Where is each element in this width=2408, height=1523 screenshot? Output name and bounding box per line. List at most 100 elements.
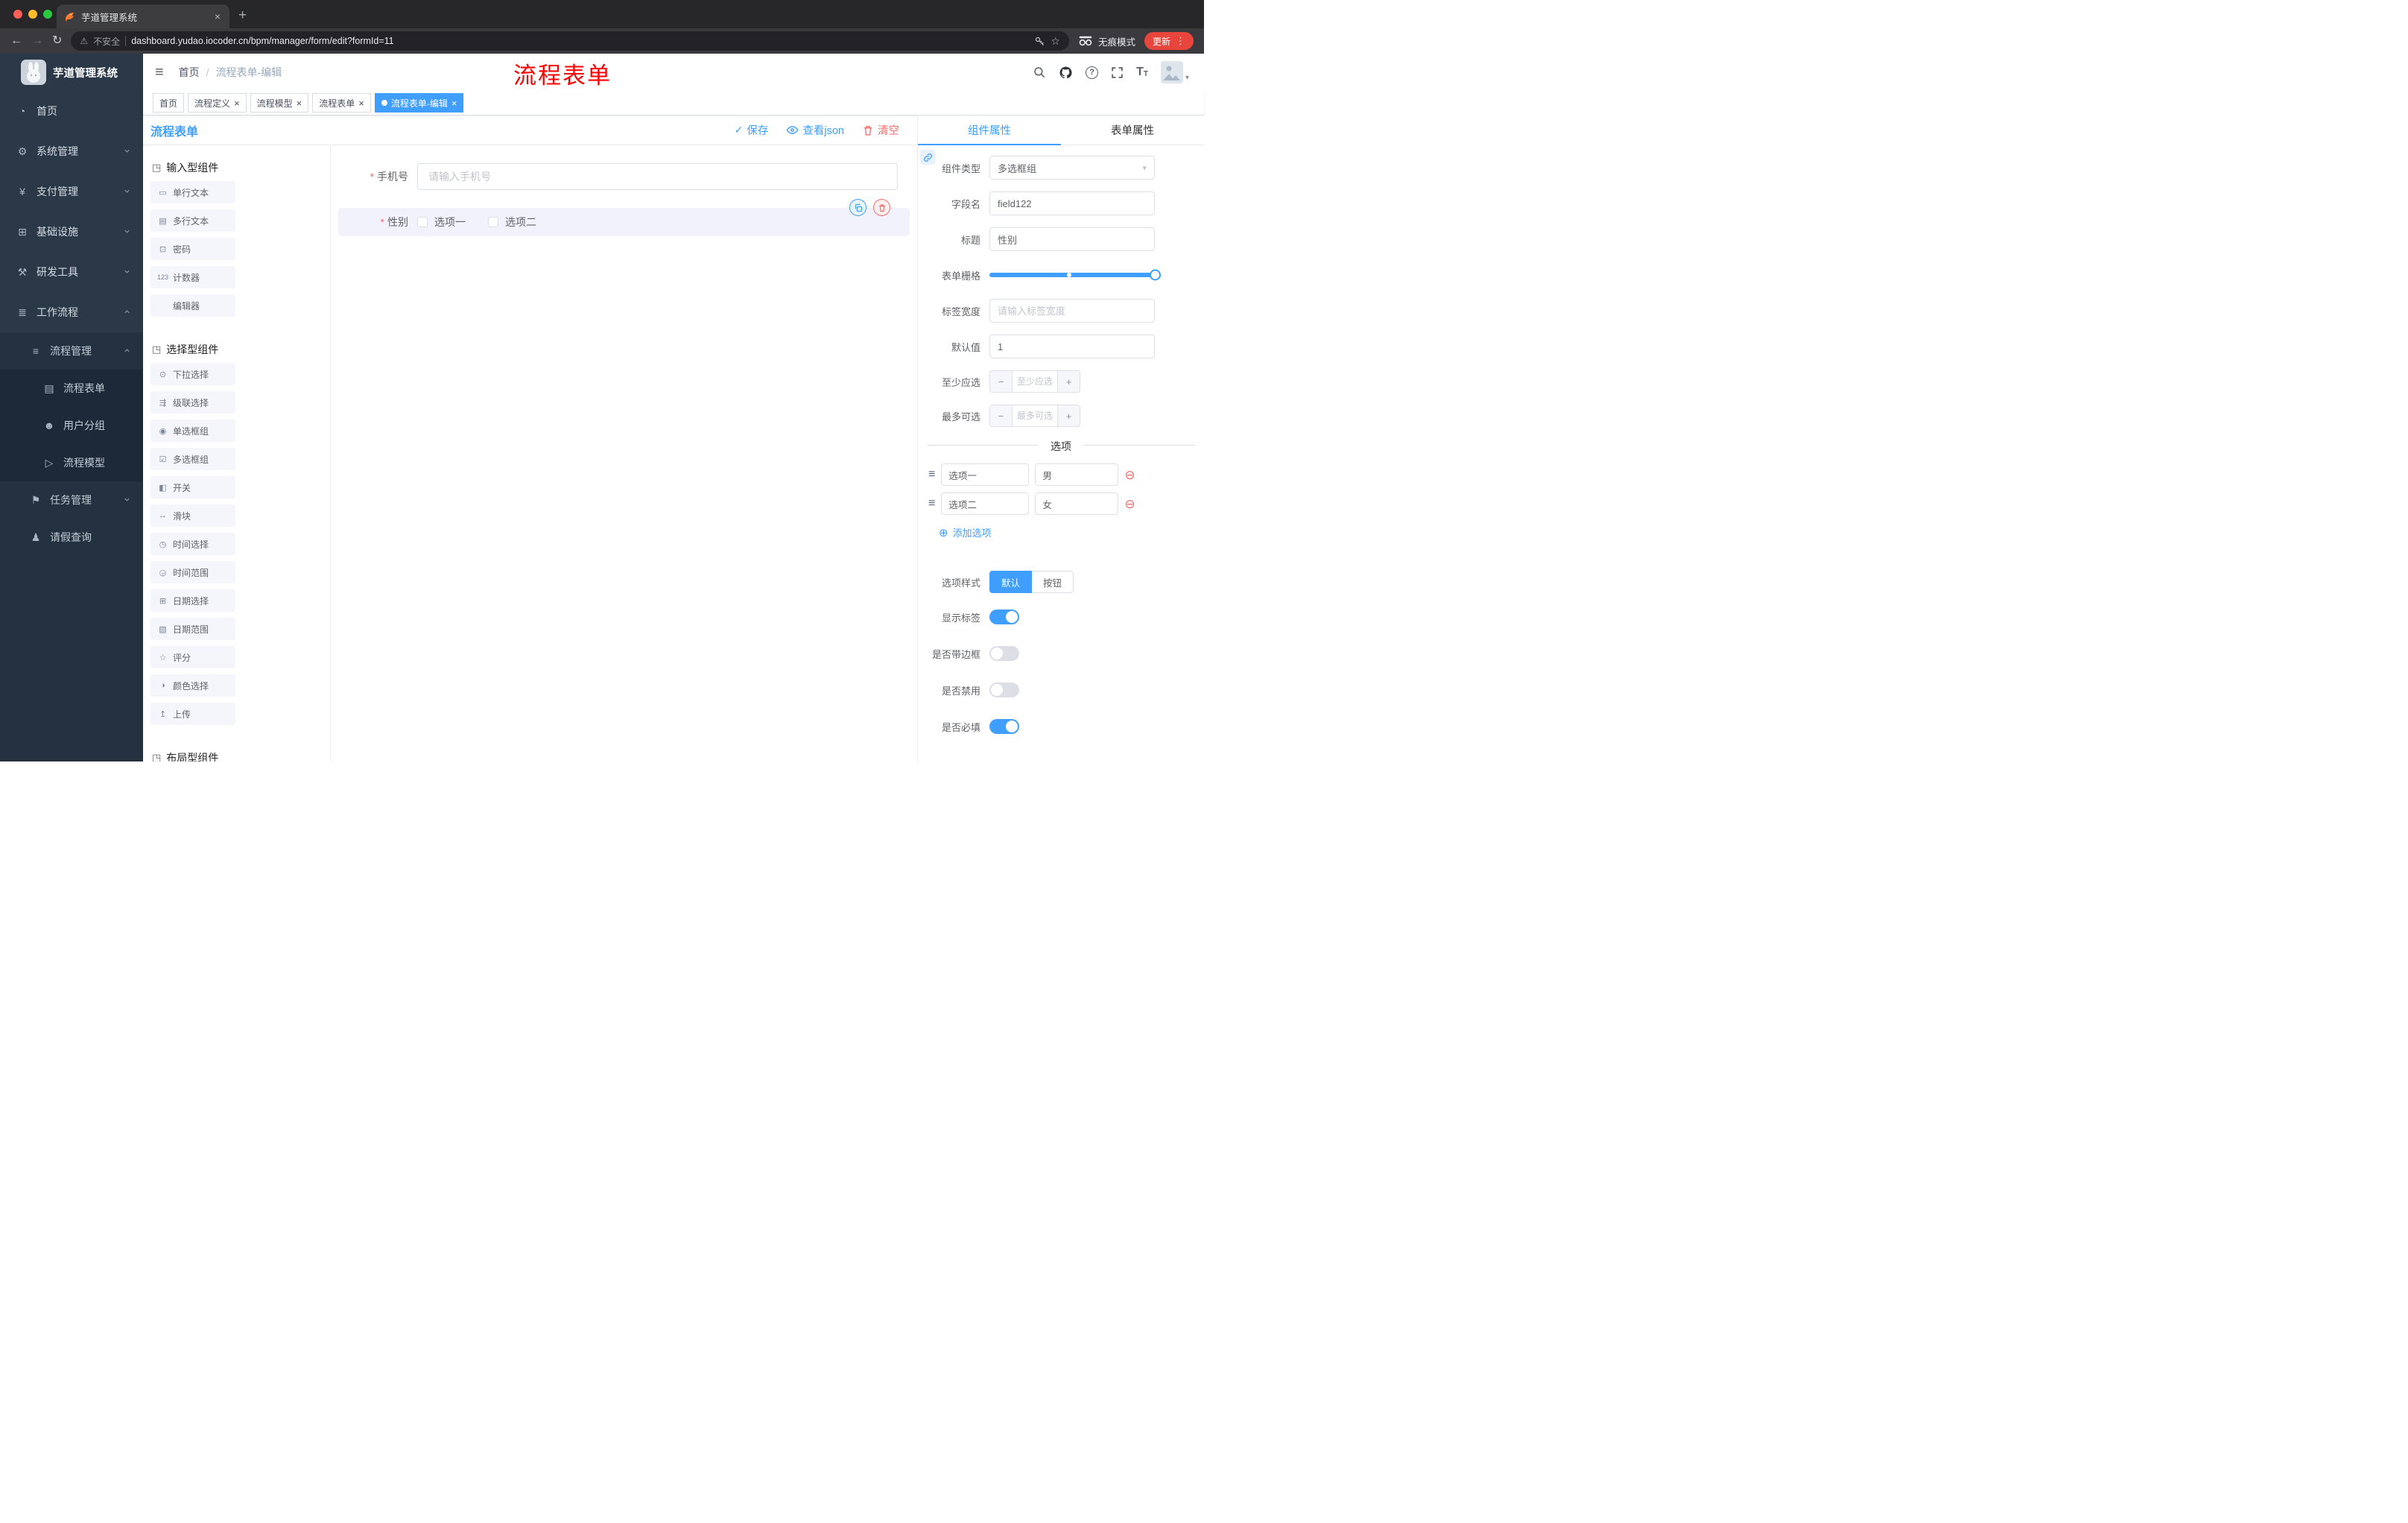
slider-handle[interactable]	[1150, 269, 1161, 281]
sidebar-item-process-form[interactable]: ▤ 流程表单	[0, 370, 143, 407]
tab-form-props[interactable]: 表单属性	[1061, 115, 1204, 145]
tag-close-icon[interactable]: ×	[358, 98, 364, 108]
option-value-input[interactable]	[1035, 463, 1119, 486]
palette-item-multi-line-text[interactable]: ▤ 多行文本	[150, 209, 235, 232]
canvas-field-gender[interactable]: 性别 选项一 选项二	[338, 199, 910, 236]
gender-option1-checkbox[interactable]: 选项一	[417, 215, 466, 229]
back-button[interactable]: ←	[10, 35, 22, 47]
palette-item-upload[interactable]: ↥ 上传	[150, 703, 235, 725]
slider-track[interactable]	[989, 269, 1161, 281]
palette-item-select[interactable]: ⊙ 下拉选择	[150, 363, 235, 385]
bookmark-star-icon[interactable]: ☆	[1051, 35, 1060, 48]
increase-button[interactable]: +	[1057, 405, 1080, 426]
canvas-field-phone[interactable]: 手机号	[338, 156, 910, 197]
browser-menu-icon[interactable]: ⋮	[1176, 35, 1185, 47]
default-value-input[interactable]	[989, 335, 1155, 358]
drag-handle-icon[interactable]: ≡	[928, 497, 935, 510]
sidebar-item-home[interactable]: ◔ 首页	[0, 91, 143, 131]
tab-component-props[interactable]: 组件属性	[918, 115, 1061, 145]
sidebar-item-task-management[interactable]: ⚑ 任务管理	[0, 481, 143, 519]
palette-item-rate[interactable]: ☆ 评分	[150, 646, 235, 668]
tag-process-definition[interactable]: 流程定义 ×	[188, 93, 247, 113]
label-width-input[interactable]	[989, 299, 1155, 323]
remove-option-icon[interactable]: ⊖	[1124, 469, 1135, 481]
security-label[interactable]: 不安全	[93, 35, 120, 48]
increase-button[interactable]: +	[1057, 371, 1080, 392]
field-name-input[interactable]	[989, 191, 1155, 215]
gender-option2-checkbox[interactable]: 选项二	[488, 215, 536, 229]
font-size-icon[interactable]: TT	[1136, 66, 1148, 78]
logo[interactable]: 芋道管理系统	[0, 54, 143, 91]
reload-button[interactable]: ↻	[52, 35, 62, 47]
link-icon[interactable]	[920, 150, 935, 165]
clear-button[interactable]: 清空	[862, 122, 899, 138]
palette-item-slider[interactable]: ↔ 滑块	[150, 504, 235, 527]
palette-item-single-line-text[interactable]: ▭ 单行文本	[150, 181, 235, 203]
palette-item-switch[interactable]: ◧ 开关	[150, 476, 235, 498]
copy-field-button[interactable]	[849, 199, 866, 216]
max-select-stepper[interactable]: − +	[989, 405, 1080, 427]
add-option-button[interactable]: ⊕ 添加选项	[939, 525, 1204, 539]
min-select-stepper[interactable]: − +	[989, 370, 1080, 393]
tag-close-icon[interactable]: ×	[297, 98, 302, 108]
show-label-toggle[interactable]	[989, 609, 1019, 624]
tag-process-form-edit[interactable]: 流程表单-编辑 ×	[374, 93, 464, 113]
palette-item-color-picker[interactable]: ◑ 颜色选择	[150, 674, 235, 697]
sidebar-item-devtools[interactable]: ⚒ 研发工具	[0, 252, 143, 292]
tab-close-icon[interactable]: ×	[213, 10, 222, 22]
window-zoom-button[interactable]	[43, 10, 52, 19]
disabled-toggle[interactable]	[989, 683, 1019, 697]
url-text[interactable]: dashboard.yudao.iocoder.cn/bpm/manager/f…	[131, 36, 1029, 46]
style-default-button[interactable]: 默认	[989, 571, 1033, 593]
sidebar-item-payment[interactable]: ¥ 支付管理	[0, 171, 143, 212]
palette-item-time-picker[interactable]: ◷ 时间选择	[150, 533, 235, 555]
title-input[interactable]	[989, 227, 1155, 251]
tag-close-icon[interactable]: ×	[234, 98, 240, 108]
window-minimize-button[interactable]	[28, 10, 37, 19]
option-label-input[interactable]	[941, 493, 1030, 515]
save-button[interactable]: ✓ 保存	[735, 122, 769, 138]
palette-item-radio-group[interactable]: ◉ 单选框组	[150, 419, 235, 442]
tag-home[interactable]: 首页	[153, 93, 185, 113]
required-toggle[interactable]	[989, 719, 1019, 734]
fullscreen-icon[interactable]	[1111, 66, 1124, 79]
form-grid-slider[interactable]	[989, 263, 1161, 287]
help-icon[interactable]: ?	[1086, 66, 1099, 79]
component-type-select[interactable]: 多选框组 ▾	[989, 156, 1155, 180]
palette-item-checkbox-group[interactable]: ☑ 多选框组	[150, 448, 235, 470]
sidebar-item-process-model[interactable]: ▷ 流程模型	[0, 444, 143, 481]
sidebar-item-leave-query[interactable]: ♟ 请假查询	[0, 519, 143, 556]
border-toggle[interactable]	[989, 646, 1019, 661]
view-json-button[interactable]: 查看json	[786, 122, 844, 138]
breadcrumb-home[interactable]: 首页	[179, 65, 200, 80]
user-menu[interactable]: ▾	[1160, 61, 1189, 83]
new-tab-button[interactable]: +	[238, 7, 247, 24]
sidebar-item-system[interactable]: ⚙ 系统管理	[0, 131, 143, 171]
window-close-button[interactable]	[13, 10, 22, 19]
min-select-input[interactable]	[1013, 371, 1057, 392]
palette-item-date-range[interactable]: ▧ 日期范围	[150, 618, 235, 640]
update-button[interactable]: 更新 ⋮	[1144, 32, 1194, 50]
sidebar-item-user-group[interactable]: ☻ 用户分组	[0, 407, 143, 444]
option-label-input[interactable]	[941, 463, 1030, 486]
checkbox-box[interactable]	[417, 217, 428, 227]
option-value-input[interactable]	[1035, 493, 1119, 515]
remove-option-icon[interactable]: ⊖	[1124, 498, 1135, 510]
palette-item-date-picker[interactable]: ⊞ 日期选择	[150, 589, 235, 612]
style-button-button[interactable]: 按钮	[1032, 571, 1074, 593]
palette-item-counter[interactable]: 123 计数器	[150, 266, 235, 288]
key-icon[interactable]	[1034, 36, 1045, 47]
sidebar-item-process-management[interactable]: ≡ 流程管理	[0, 332, 143, 370]
forward-button[interactable]: →	[31, 35, 43, 47]
decrease-button[interactable]: −	[990, 405, 1013, 426]
decrease-button[interactable]: −	[990, 371, 1013, 392]
delete-field-button[interactable]	[873, 199, 890, 216]
address-bar[interactable]: ⚠ 不安全 dashboard.yudao.iocoder.cn/bpm/man…	[71, 31, 1069, 51]
browser-tab[interactable]: 芋道管理系统 ×	[57, 4, 229, 28]
avatar[interactable]	[1160, 61, 1183, 83]
drag-handle-icon[interactable]: ≡	[928, 468, 935, 481]
checkbox-box[interactable]	[488, 217, 498, 227]
palette-item-time-range[interactable]: ◶ 时间范围	[150, 561, 235, 583]
phone-input[interactable]	[417, 163, 898, 190]
palette-item-cascader[interactable]: ⇶ 级联选择	[150, 391, 235, 414]
